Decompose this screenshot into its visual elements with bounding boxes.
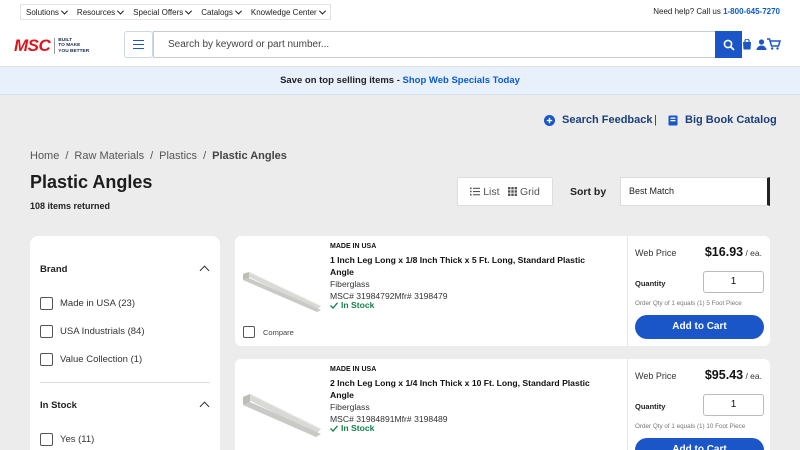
help-text: Need help? Call us 1-800-645-7270: [653, 7, 780, 16]
compare-toggle[interactable]: Compare: [243, 326, 294, 338]
product-material: Fiberglass: [330, 402, 370, 412]
brand-option[interactable]: Made in USA (23): [40, 297, 135, 310]
menu-icon[interactable]: [124, 31, 153, 58]
chevron-down-icon: [117, 7, 125, 15]
checkbox[interactable]: [40, 353, 53, 366]
check-icon: [330, 301, 338, 309]
list-view-button[interactable]: List: [470, 186, 500, 198]
checkbox[interactable]: [40, 325, 53, 338]
phone-link[interactable]: 1-800-645-7270: [723, 7, 780, 16]
product-image[interactable]: [241, 254, 323, 316]
web-specials-link[interactable]: Shop Web Specials Today: [403, 75, 520, 86]
checkbox[interactable]: [40, 433, 53, 446]
web-price: $16.93 / ea.: [704, 245, 762, 259]
nav-special-offers[interactable]: Special Offers: [128, 5, 196, 19]
link-separator: |: [654, 114, 657, 126]
quantity-input[interactable]: 1: [703, 271, 764, 293]
product-material: Fiberglass: [330, 279, 370, 289]
web-price-label: Web Price: [635, 248, 677, 258]
quantity-label: Quantity: [635, 402, 666, 411]
search-icon: [723, 39, 735, 51]
stock-option[interactable]: Yes (11): [40, 433, 94, 446]
breadcrumb-current: Plastic Angles: [212, 150, 287, 162]
shopping-bag-icon[interactable]: [742, 39, 752, 50]
facet-divider: [40, 382, 210, 383]
result-count: 108 items returned: [30, 201, 111, 211]
quantity-label: Quantity: [635, 279, 666, 288]
chevron-down-icon: [60, 7, 68, 15]
brand-option[interactable]: Value Collection (1): [40, 353, 142, 366]
chevron-down-icon: [234, 7, 242, 15]
search-feedback-link[interactable]: Search Feedback: [544, 114, 653, 126]
logo-tagline: BUILT TO MAKE YOU BETTER: [54, 37, 89, 55]
search-input[interactable]: Search by keyword or part number...: [153, 31, 715, 58]
book-icon: [668, 115, 678, 125]
msc-logo[interactable]: MSC BUILT TO MAKE YOU BETTER: [14, 36, 89, 56]
quantity-input[interactable]: 1: [703, 394, 764, 416]
product-title[interactable]: 2 Inch Leg Long x 1/4 Inch Thick x 10 Ft…: [330, 377, 610, 401]
breadcrumb-raw-materials[interactable]: Raw Materials: [74, 150, 144, 162]
plus-circle-icon: [544, 114, 555, 126]
web-price: $95.43 / ea.: [704, 368, 762, 382]
chevron-down-icon: [185, 7, 193, 15]
order-note: Order Qty of 1 equals (1) 10 Foot Piece: [635, 423, 746, 430]
big-book-catalog-link[interactable]: Big Book Catalog: [668, 114, 777, 126]
product-image[interactable]: [241, 377, 323, 439]
nav-resources[interactable]: Resources: [72, 5, 128, 19]
checkbox[interactable]: [40, 297, 53, 310]
grid-view-button[interactable]: Grid: [507, 186, 540, 198]
check-icon: [330, 424, 338, 432]
compare-checkbox[interactable]: [243, 326, 255, 338]
order-note: Order Qty of 1 equals (1) 5 Foot Piece: [635, 300, 742, 307]
cart-icon[interactable]: [767, 38, 781, 50]
made-in-usa-badge: MADE IN USA: [330, 366, 377, 373]
brand-facet-title[interactable]: Brand: [40, 264, 67, 275]
page-title: Plastic Angles: [30, 172, 153, 192]
price-panel: Web Price $16.93 / ea. Quantity 1 Order …: [627, 236, 770, 346]
breadcrumb-plastics[interactable]: Plastics: [159, 150, 197, 162]
user-icon[interactable]: [756, 39, 767, 50]
chevron-up-icon[interactable]: [199, 265, 210, 276]
breadcrumb-home[interactable]: Home: [30, 150, 59, 162]
sort-label: Sort by: [570, 186, 607, 198]
add-to-cart-button[interactable]: Add to Cart: [635, 438, 764, 450]
filter-sidebar: Brand Made in USA (23) USA Industrials (…: [30, 236, 220, 450]
site-header: MSC BUILT TO MAKE YOU BETTER Search by k…: [0, 24, 800, 67]
list-icon: [470, 187, 481, 196]
chevron-up-icon[interactable]: [199, 401, 210, 412]
product-card: Compare MADE IN USA 1 Inch Leg Long x 1/…: [235, 236, 770, 346]
top-nav: Solutions Resources Special Offers Catal…: [20, 4, 331, 20]
price-panel: Web Price $95.43 / ea. Quantity 1 Order …: [627, 359, 770, 450]
search-button[interactable]: [715, 31, 742, 58]
sort-select[interactable]: Best Match: [620, 177, 770, 206]
product-card: MADE IN USA 2 Inch Leg Long x 1/4 Inch T…: [235, 359, 770, 450]
nav-knowledge-center[interactable]: Knowledge Center: [246, 5, 330, 19]
grid-icon: [507, 187, 517, 196]
promo-banner: Save on top selling items - Shop Web Spe…: [0, 67, 800, 95]
chevron-down-icon: [318, 7, 326, 15]
made-in-usa-badge: MADE IN USA: [330, 243, 377, 250]
stock-status: In Stock: [330, 423, 374, 433]
add-to-cart-button[interactable]: Add to Cart: [635, 315, 764, 339]
stock-status: In Stock: [330, 300, 374, 310]
nav-solutions[interactable]: Solutions: [21, 5, 72, 19]
breadcrumb: Home / Raw Materials / Plastics / Plasti…: [30, 150, 287, 162]
stock-facet-title[interactable]: In Stock: [40, 400, 77, 411]
brand-option[interactable]: USA Industrials (84): [40, 325, 144, 338]
view-toggle: List Grid: [457, 177, 553, 206]
web-price-label: Web Price: [635, 371, 677, 381]
product-title[interactable]: 1 Inch Leg Long x 1/8 Inch Thick x 5 Ft.…: [330, 254, 610, 278]
utility-bar: Solutions Resources Special Offers Catal…: [0, 0, 800, 24]
nav-catalogs[interactable]: Catalogs: [196, 5, 246, 19]
